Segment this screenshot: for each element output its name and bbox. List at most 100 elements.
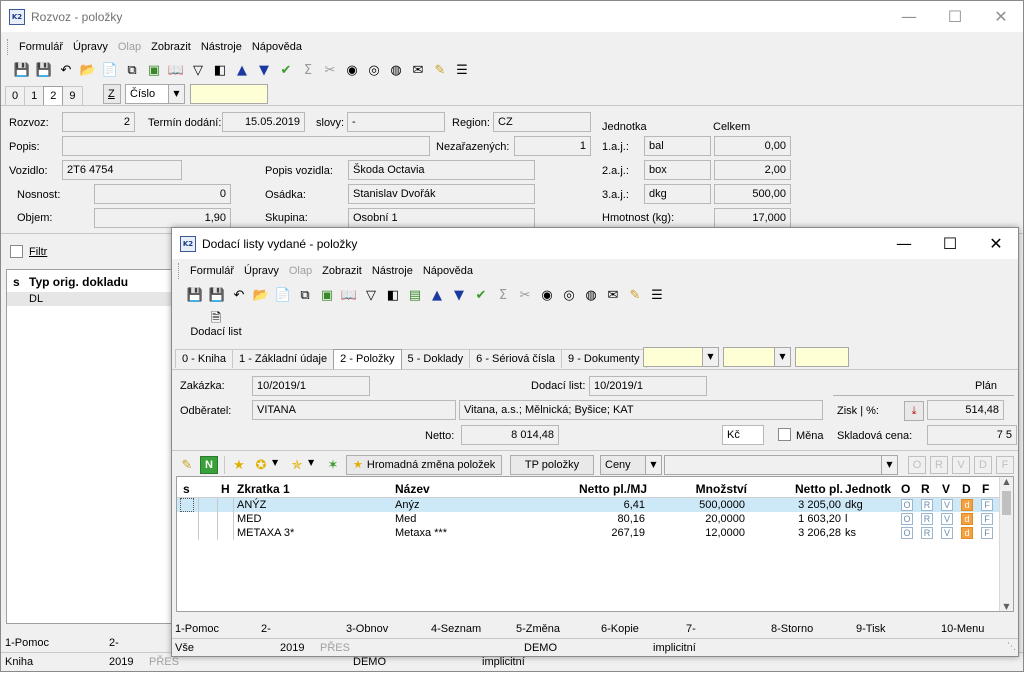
tab-polozky[interactable]: 2 - Položky [333, 349, 402, 369]
menu-lines-icon[interactable]: ☰ [646, 284, 668, 306]
close-icon[interactable]: ✕ [973, 228, 1019, 259]
flag-o[interactable]: O [901, 499, 913, 511]
maximize-icon[interactable]: ☐ [927, 228, 973, 259]
table-row[interactable]: ANÝZ Anýz 6,41 500,0000 3 205,00 dkg O R… [177, 498, 999, 512]
scroll-up-icon[interactable]: ▲ [1000, 477, 1013, 486]
col-header-f[interactable]: F [982, 482, 989, 496]
binoculars-prev-icon[interactable]: ◍ [580, 284, 602, 306]
check-star-icon[interactable]: ✔ [275, 59, 297, 81]
price-list-select[interactable]: ▼ [664, 455, 898, 475]
fkey-10[interactable]: 10-Menu [941, 620, 984, 638]
tab-kniha[interactable]: 0 - Kniha [175, 349, 234, 368]
menu-upravy[interactable]: Úpravy [68, 41, 113, 53]
binoculars-next-icon[interactable]: ◎ [558, 284, 580, 306]
save-all-icon[interactable]: 💾 [206, 284, 228, 306]
fkey-3[interactable]: 3-Obnov [346, 620, 388, 638]
star-add-icon[interactable]: ✪ [250, 454, 272, 476]
arrow-down-icon[interactable]: ▼ [253, 59, 275, 81]
menu-formular[interactable]: Formulář [185, 265, 239, 277]
flag-v[interactable]: V [941, 499, 953, 511]
menu-zobrazit[interactable]: Zobrazit [317, 265, 367, 277]
sort-key-button[interactable]: Z [103, 84, 121, 104]
tab-doklady[interactable]: 5 - Doklady [400, 349, 471, 368]
book-icon[interactable]: 📖 [165, 59, 187, 81]
ceny-select[interactable]: Ceny ▼ [600, 455, 662, 475]
doc-button[interactable]: 🗎 Dodací list [188, 312, 244, 342]
minimize-icon[interactable]: — [886, 1, 932, 32]
new-document-icon[interactable]: 📄 [272, 284, 294, 306]
tab-zakladni-udaje[interactable]: 1 - Základní údaje [232, 349, 335, 368]
col-header-nazev[interactable]: Název [395, 482, 430, 496]
flag-o[interactable]: O [901, 513, 913, 525]
fkey-1[interactable]: 1-Pomoc [175, 620, 219, 638]
col-header-netto-mj[interactable]: Netto pl./MJ [551, 482, 647, 496]
flag-f[interactable]: F [981, 513, 993, 525]
check-star-icon[interactable]: ✔ [470, 284, 492, 306]
menu-upravy[interactable]: Úpravy [239, 265, 284, 277]
filter-icon[interactable]: ▽ [187, 59, 209, 81]
sum-icon[interactable]: Σ [492, 284, 514, 306]
fkey-5[interactable]: 5-Změna [516, 620, 560, 638]
row-selector[interactable] [180, 498, 194, 512]
fkey-7[interactable]: 7- [686, 620, 696, 638]
flag-r[interactable]: R [921, 513, 933, 525]
scroll-thumb[interactable] [1002, 491, 1011, 515]
filter-doc-icon[interactable]: ◧ [209, 59, 231, 81]
menu-napoveda[interactable]: Nápověda [247, 41, 307, 53]
scissors-icon[interactable]: ✂ [319, 59, 341, 81]
save-icon[interactable]: 💾 [11, 59, 33, 81]
flag-r[interactable]: R [921, 527, 933, 539]
tab-9[interactable]: 9 [62, 86, 83, 105]
bulk-change-button[interactable]: ★ Hromadná změna položek [346, 455, 503, 475]
star-edit-icon[interactable]: ✯ [286, 454, 308, 476]
fkey-4[interactable]: 4-Seznam [431, 620, 481, 638]
col-header-mnozstvi[interactable]: Množství [651, 482, 747, 496]
currency-field[interactable]: Kč [722, 425, 764, 445]
new-document-icon[interactable]: 📄 [99, 59, 121, 81]
undo-icon[interactable]: ↶ [55, 59, 77, 81]
scissors-icon[interactable]: ✂ [514, 284, 536, 306]
fkey-8[interactable]: 8-Storno [771, 620, 813, 638]
star-icon[interactable]: ★ [228, 454, 250, 476]
book-icon[interactable]: 📖 [338, 284, 360, 306]
menu-zobrazit[interactable]: Zobrazit [146, 41, 196, 53]
flag-filter-d[interactable]: D [974, 456, 992, 474]
books-icon[interactable]: ▤ [404, 284, 426, 306]
maximize-icon[interactable]: ☐ [932, 1, 978, 32]
chevron-down-icon[interactable]: ▼ [308, 458, 314, 467]
flag-r[interactable]: R [921, 499, 933, 511]
binoculars-prev-icon[interactable]: ◍ [385, 59, 407, 81]
tab-0[interactable]: 0 [5, 86, 26, 105]
menu-olap[interactable]: Olap [113, 41, 146, 53]
fkey-2[interactable]: 2- [261, 620, 271, 638]
table-row[interactable]: DL [7, 292, 173, 306]
fg-titlebar[interactable]: K2 Dodací listy vydané - položky — ☐ ✕ [172, 228, 1018, 259]
arrow-up-icon[interactable]: ▲ [231, 59, 253, 81]
minimize-icon[interactable]: — [881, 228, 927, 259]
flag-f[interactable]: F [981, 499, 993, 511]
flag-filter-r[interactable]: R [930, 456, 948, 474]
table-row[interactable]: METAXA 3* Metaxa *** 267,19 12,0000 3 20… [177, 526, 999, 540]
mail-icon[interactable]: ✉ [407, 59, 429, 81]
edit-form-icon[interactable]: ✎ [624, 284, 646, 306]
flag-filter-f[interactable]: F [996, 456, 1014, 474]
open-folder-icon[interactable]: 📂 [77, 59, 99, 81]
flag-f[interactable]: F [981, 527, 993, 539]
save-icon[interactable]: 💾 [184, 284, 206, 306]
edit-form-icon[interactable]: ✎ [429, 59, 451, 81]
filter-select-1[interactable]: ▼ [643, 347, 719, 367]
flag-d[interactable]: d [961, 513, 973, 525]
close-icon[interactable]: ✕ [978, 1, 1024, 32]
menu-lines-icon[interactable]: ☰ [451, 59, 473, 81]
flag-v[interactable]: V [941, 527, 953, 539]
mena-checkbox[interactable] [778, 428, 791, 441]
arrow-down-icon[interactable]: ▼ [448, 284, 470, 306]
mail-icon[interactable]: ✉ [602, 284, 624, 306]
chevron-down-icon[interactable]: ▼ [272, 458, 278, 467]
zisk-toggle-button[interactable]: ⤓ [904, 401, 924, 421]
flag-o[interactable]: O [901, 527, 913, 539]
vertical-scrollbar[interactable]: ▲ ▼ [999, 477, 1013, 611]
lock-icon[interactable]: ▣ [143, 59, 165, 81]
scroll-down-icon[interactable]: ▼ [1000, 602, 1013, 611]
filter-select-2[interactable]: ▼ [723, 347, 791, 367]
